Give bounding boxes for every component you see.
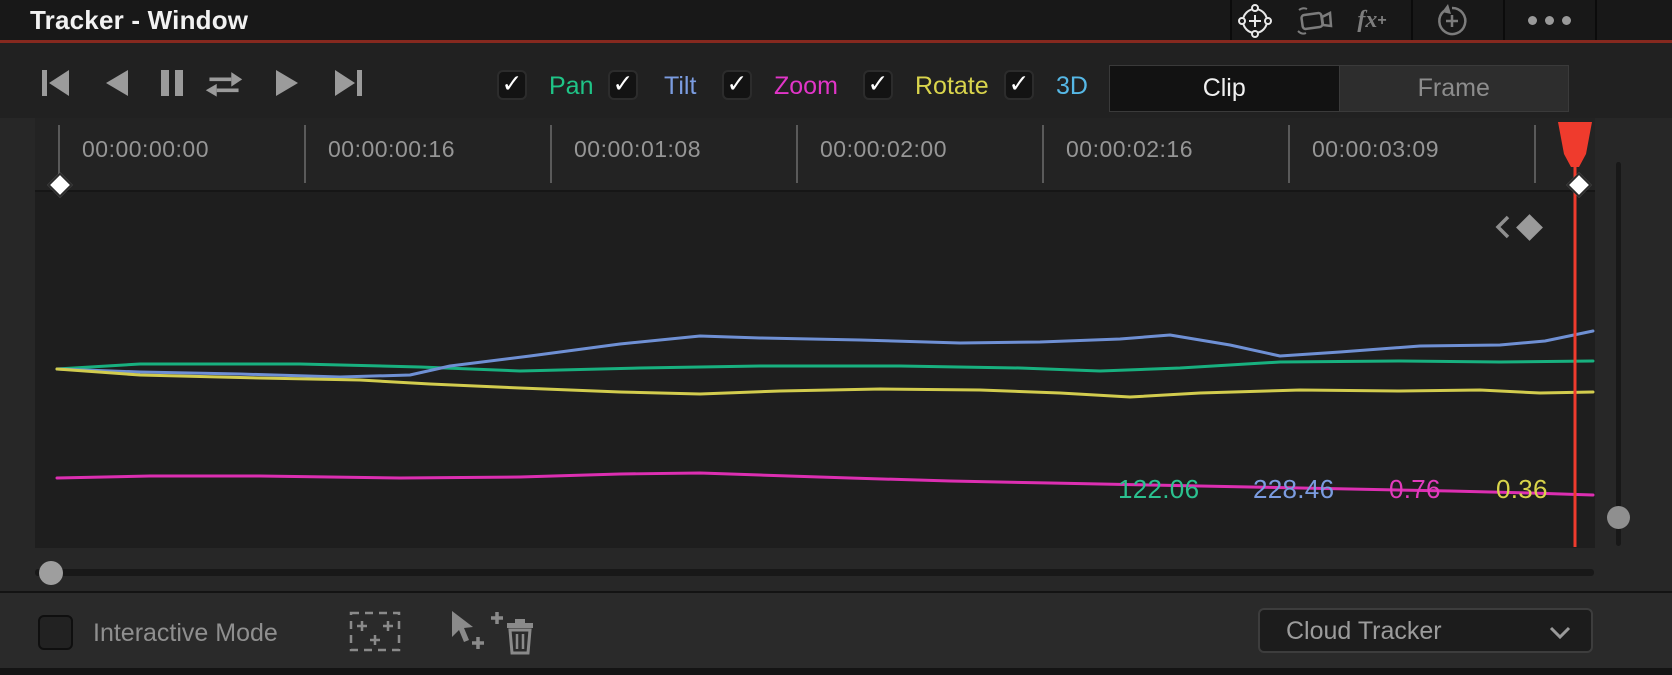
zoom-label: Zoom (774, 72, 838, 100)
titlebar-separator (1503, 0, 1505, 40)
tracker-value-tilt: 228.46 (1253, 474, 1335, 504)
fx-plus-icon[interactable]: fx + (1350, 2, 1394, 39)
ruler-tick (1042, 125, 1044, 183)
tracker-type-dropdown[interactable]: Cloud Tracker (1258, 608, 1593, 653)
tracker-value-pan: 122.06 (1118, 474, 1200, 504)
ruler-tick (1534, 125, 1536, 183)
titlebar-separator (1230, 0, 1232, 40)
timecode-label: 00:00:02:16 (1066, 136, 1194, 162)
check-icon: ✓ (867, 69, 889, 98)
insert-tracker-icon[interactable] (348, 609, 402, 658)
timecode-label: 00:00:01:08 (574, 136, 702, 162)
ruler-tick (550, 125, 552, 183)
titlebar-separator (1595, 0, 1597, 40)
check-icon: ✓ (726, 69, 748, 98)
ruler-tick (1288, 125, 1290, 183)
check-icon: ✓ (612, 69, 634, 98)
interactive-mode-label: Interactive Mode (93, 619, 278, 647)
play-backward-button[interactable] (96, 66, 136, 100)
tilt-label: Tilt (664, 72, 697, 100)
titlebar: Tracker - Window fx + (0, 0, 1672, 40)
pan-checkbox[interactable]: ✓ (497, 70, 527, 100)
analysis-mode-tabs: Clip Frame (1109, 65, 1569, 112)
tab-frame[interactable]: Frame (1338, 66, 1568, 111)
ruler-tick (304, 125, 306, 183)
timecode-label: 00:00:03:09 (1312, 136, 1440, 162)
ruler-tick (796, 125, 798, 183)
window-bottom-edge (0, 668, 1672, 675)
horizontal-scrollbar-handle[interactable] (39, 561, 63, 585)
previous-keyframe-icon[interactable] (1495, 214, 1511, 240)
interactive-mode-checkbox[interactable] (38, 615, 73, 650)
keyframe-diamond-icon[interactable] (1516, 213, 1543, 241)
3d-label: 3D (1056, 72, 1088, 100)
titlebar-separator (1411, 0, 1413, 40)
timecode-label: 00:00:02:00 (820, 136, 948, 162)
3d-checkbox[interactable]: ✓ (1004, 70, 1034, 100)
pause-button[interactable] (152, 66, 192, 100)
reset-icon[interactable] (1430, 2, 1474, 39)
window-tracker-icon[interactable] (1233, 2, 1277, 39)
horizontal-scrollbar-track[interactable] (35, 569, 1594, 576)
tilt-checkbox[interactable]: ✓ (608, 70, 638, 100)
vertical-scrollbar-track[interactable] (1616, 162, 1621, 546)
rotate-checkbox[interactable]: ✓ (863, 70, 893, 100)
zoom-checkbox[interactable]: ✓ (722, 70, 752, 100)
footer-bar: Interactive Mode Cloud Tracker (0, 593, 1672, 668)
loop-button[interactable] (204, 66, 244, 100)
timecode-label: 00:00:00:16 (328, 136, 456, 162)
window-title: Tracker - Window (30, 5, 249, 35)
pan-label: Pan (549, 72, 594, 100)
tracker-type-value: Cloud Tracker (1286, 617, 1442, 645)
stabilizer-3d-icon[interactable] (1294, 2, 1338, 39)
transport-toolbar: ✓ Pan ✓ Tilt ✓ Zoom ✓ Rotate ✓ 3D Clip Frame (0, 43, 1672, 118)
chevron-down-icon (1549, 626, 1571, 639)
options-menu-icon[interactable] (1527, 2, 1571, 39)
check-icon: ✓ (501, 69, 523, 98)
rotate-label: Rotate (915, 72, 989, 100)
timecode-label: 00:00:00:00 (82, 136, 210, 162)
check-icon: ✓ (1008, 69, 1030, 98)
play-forward-button[interactable] (268, 66, 308, 100)
tracker-graph[interactable] (35, 192, 1595, 548)
move-tracker-icon[interactable] (446, 609, 488, 658)
delete-tracker-icon[interactable] (488, 609, 538, 660)
tracker-value-rotate: 0.36 (1496, 474, 1548, 504)
skip-to-end-button[interactable] (328, 66, 368, 100)
tab-clip[interactable]: Clip (1110, 66, 1339, 111)
tracker-value-zoom: 0.76 (1389, 474, 1441, 504)
vertical-scrollbar-handle[interactable] (1607, 506, 1630, 529)
skip-to-start-button[interactable] (36, 66, 76, 100)
